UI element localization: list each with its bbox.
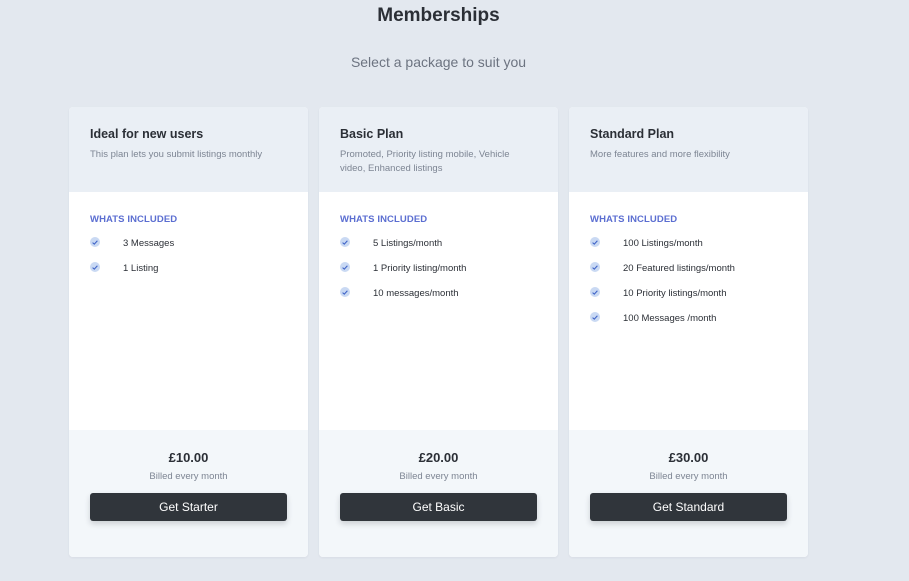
page-title: Memberships <box>377 5 500 26</box>
plan-card-body: WHATS INCLUDED 3 Messages 1 Listing <box>69 192 308 281</box>
get-starter-button[interactable]: Get Starter <box>90 493 287 521</box>
feature-label: 100 Messages /month <box>623 313 717 324</box>
plan-name: Ideal for new users <box>90 127 204 141</box>
get-standard-button[interactable]: Get Standard <box>590 493 787 521</box>
included-heading: WHATS INCLUDED <box>590 214 678 225</box>
plan-card-header: Ideal for new users This plan lets you s… <box>69 107 308 192</box>
check-icon <box>590 237 600 247</box>
plan-name: Basic Plan <box>340 127 404 141</box>
feature-item: 10 Priority listings/month <box>590 281 787 306</box>
feature-item: 5 Listings/month <box>340 231 537 256</box>
feature-label: 100 Listings/month <box>623 238 703 249</box>
feature-list: 100 Listings/month 20 Featured listings/… <box>590 231 787 331</box>
check-icon <box>90 262 100 272</box>
check-icon <box>590 287 600 297</box>
feature-label: 20 Featured listings/month <box>623 263 735 274</box>
plan-cards: Ideal for new users This plan lets you s… <box>69 107 808 557</box>
feature-label: 5 Listings/month <box>373 238 443 249</box>
plan-card-footer: £20.00 Billed every month Get Basic <box>319 430 558 557</box>
plan-card-standard: Standard Plan More features and more fle… <box>569 107 808 557</box>
plan-description: Promoted, Priority listing mobile, Vehic… <box>340 149 510 174</box>
included-heading: WHATS INCLUDED <box>340 214 428 225</box>
plan-card-header: Basic Plan Promoted, Priority listing mo… <box>319 107 558 192</box>
check-icon <box>90 237 100 247</box>
plan-price: £20.00 <box>418 450 459 465</box>
plan-name: Standard Plan <box>590 127 675 141</box>
feature-list: 3 Messages 1 Listing <box>90 231 287 281</box>
feature-list: 5 Listings/month 1 Priority listing/mont… <box>340 231 537 306</box>
billing-note: Billed every month <box>149 471 228 482</box>
feature-label: 1 Listing <box>123 263 159 274</box>
get-basic-button[interactable]: Get Basic <box>340 493 537 521</box>
feature-item: 1 Listing <box>90 256 287 281</box>
feature-item: 3 Messages <box>90 231 287 256</box>
plan-price: £30.00 <box>668 450 709 465</box>
plan-card-footer: £30.00 Billed every month Get Standard <box>569 430 808 557</box>
feature-label: 10 messages/month <box>373 288 459 299</box>
feature-label: 3 Messages <box>123 238 175 249</box>
plan-card-body: WHATS INCLUDED 100 Listings/month 20 Fea… <box>569 192 808 331</box>
plan-card-basic: Basic Plan Promoted, Priority listing mo… <box>319 107 558 557</box>
feature-label: 10 Priority listings/month <box>623 288 727 299</box>
check-icon <box>590 262 600 272</box>
feature-item: 20 Featured listings/month <box>590 256 787 281</box>
plan-card-body: WHATS INCLUDED 5 Listings/month 1 Priori… <box>319 192 558 306</box>
plan-description: This plan lets you submit listings month… <box>90 149 263 160</box>
plan-card-footer: £10.00 Billed every month Get Starter <box>69 430 308 557</box>
check-icon <box>340 262 350 272</box>
check-icon <box>340 287 350 297</box>
plan-description: More features and more flexibility <box>590 149 730 160</box>
billing-note: Billed every month <box>649 471 728 482</box>
plan-card-header: Standard Plan More features and more fle… <box>569 107 808 192</box>
billing-note: Billed every month <box>399 471 478 482</box>
feature-item: 1 Priority listing/month <box>340 256 537 281</box>
feature-item: 10 messages/month <box>340 281 537 306</box>
feature-item: 100 Listings/month <box>590 231 787 256</box>
memberships-page: Memberships Select a package to suit you… <box>0 0 909 581</box>
check-icon <box>590 312 600 322</box>
included-heading: WHATS INCLUDED <box>90 214 178 225</box>
plan-price: £10.00 <box>168 450 209 465</box>
plan-card-starter: Ideal for new users This plan lets you s… <box>69 107 308 557</box>
feature-item: 100 Messages /month <box>590 306 787 331</box>
page-subtitle: Select a package to suit you <box>350 54 527 70</box>
check-icon <box>340 237 350 247</box>
feature-label: 1 Priority listing/month <box>373 263 467 274</box>
